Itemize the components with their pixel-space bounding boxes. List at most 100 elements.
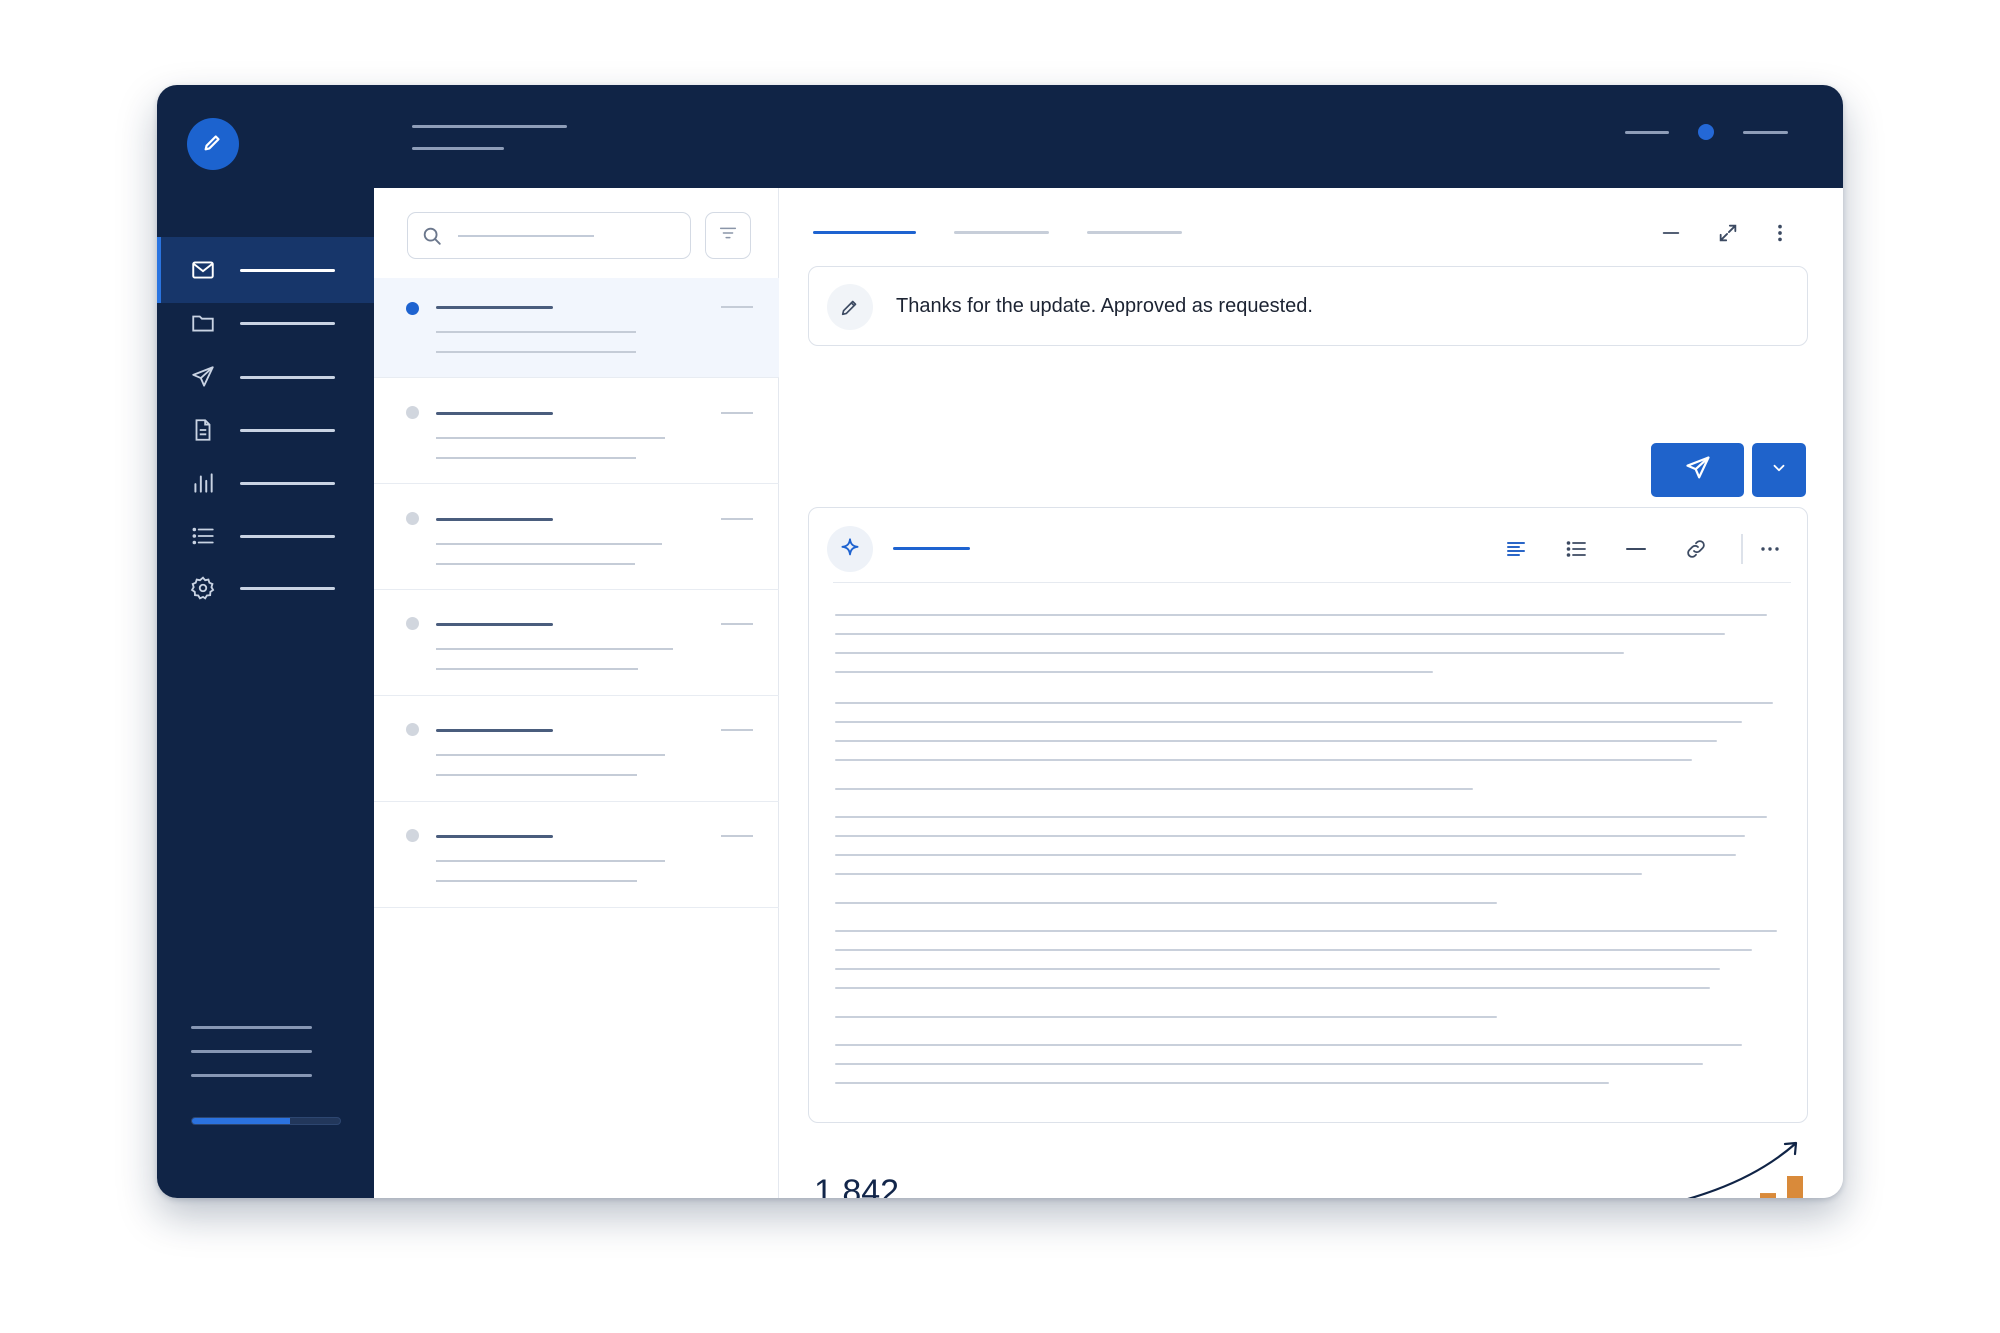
sidebar <box>157 85 374 1198</box>
bar-chart-icon <box>190 470 216 496</box>
message-subject <box>436 437 665 439</box>
send-icon <box>1684 454 1712 487</box>
read-indicator <box>406 617 419 630</box>
reply-text[interactable]: Thanks for the update. Approved as reque… <box>896 295 1313 318</box>
storage-progress-fill <box>192 1118 290 1124</box>
pencil-icon <box>827 284 873 330</box>
search-placeholder <box>458 235 594 237</box>
app-window: Thanks for the update. Approved as reque… <box>157 85 1843 1198</box>
text-line <box>835 721 1742 723</box>
header-action[interactable] <box>1625 131 1669 134</box>
text-line <box>835 671 1433 673</box>
sidebar-item-label <box>240 586 335 590</box>
sidebar-footer-line <box>191 1074 312 1077</box>
compose-button[interactable] <box>187 118 239 170</box>
header-action[interactable] <box>1743 131 1788 134</box>
text-line <box>835 633 1725 635</box>
send-button[interactable] <box>1651 443 1744 497</box>
text-line <box>835 652 1624 654</box>
bullet-list-icon[interactable] <box>1561 534 1591 564</box>
ai-draft-editor[interactable] <box>808 507 1808 1123</box>
gear-icon <box>190 575 216 601</box>
minimize-icon[interactable] <box>1656 221 1686 245</box>
send-options-button[interactable] <box>1752 443 1806 497</box>
ai-draft-title <box>893 547 970 550</box>
growth-chart <box>1687 1141 1803 1198</box>
folder-icon <box>190 310 216 336</box>
message-row[interactable] <box>374 590 779 696</box>
message-sender <box>436 623 553 626</box>
more-vertical-icon[interactable] <box>1765 221 1795 245</box>
unread-indicator <box>406 302 419 315</box>
text-line <box>835 930 1777 932</box>
text-line <box>835 740 1717 742</box>
top-bar <box>374 85 1843 188</box>
text-line <box>835 788 1473 790</box>
chart-bar <box>1760 1193 1776 1198</box>
chevron-down-icon <box>1770 459 1788 482</box>
message-sender <box>436 412 553 415</box>
message-row[interactable] <box>374 278 779 378</box>
pencil-icon <box>202 131 224 158</box>
message-subject <box>436 754 665 756</box>
message-preview <box>436 774 637 776</box>
message-row[interactable] <box>374 802 779 908</box>
text-line <box>835 873 1642 875</box>
message-row[interactable] <box>374 484 779 590</box>
align-left-icon[interactable] <box>1501 534 1531 564</box>
sparkle-icon <box>827 526 873 572</box>
message-preview <box>436 880 637 882</box>
message-preview <box>436 351 636 353</box>
message-sender <box>436 729 553 732</box>
message-sender <box>436 306 553 309</box>
reply-box[interactable]: Thanks for the update. Approved as reque… <box>808 266 1808 346</box>
search-input[interactable] <box>407 212 691 259</box>
link-icon[interactable] <box>1681 534 1711 564</box>
message-date <box>721 306 753 308</box>
text-line <box>835 902 1497 904</box>
message-date <box>721 623 753 625</box>
horizontal-rule-icon[interactable] <box>1621 534 1651 564</box>
expand-icon[interactable] <box>1713 221 1743 245</box>
status-dot <box>1698 124 1714 140</box>
filter-icon <box>717 222 739 249</box>
message-sender <box>436 835 553 838</box>
header-subtitle <box>412 147 504 150</box>
send-icon <box>190 364 216 390</box>
document-icon <box>190 417 216 443</box>
filter-button[interactable] <box>705 212 751 259</box>
message-row[interactable] <box>374 378 779 484</box>
tab-active[interactable] <box>813 231 916 234</box>
text-line <box>835 702 1773 704</box>
tab[interactable] <box>954 231 1049 234</box>
message-subject <box>436 331 636 333</box>
text-line <box>835 987 1710 989</box>
chart-bar <box>1787 1176 1803 1198</box>
message-subject <box>436 543 662 545</box>
sidebar-item-settings[interactable] <box>157 555 374 621</box>
search-icon <box>421 225 443 252</box>
message-list <box>374 188 779 1198</box>
sidebar-item-label <box>240 375 335 379</box>
mail-icon <box>190 257 216 283</box>
text-line <box>835 816 1767 818</box>
stat-value: 1,842 <box>814 1173 900 1198</box>
sidebar-footer-line <box>191 1026 312 1029</box>
message-subject <box>436 860 665 862</box>
message-sender <box>436 518 553 521</box>
list-icon <box>190 523 216 549</box>
sidebar-item-label <box>240 268 335 272</box>
read-indicator <box>406 512 419 525</box>
message-preview <box>436 563 635 565</box>
message-row[interactable] <box>374 696 779 802</box>
sidebar-item-label <box>240 481 335 485</box>
text-line <box>835 1063 1703 1065</box>
editor-divider <box>833 582 1791 583</box>
message-preview <box>436 457 636 459</box>
tab[interactable] <box>1087 231 1182 234</box>
toolbar-divider <box>1741 534 1743 564</box>
sidebar-footer-line <box>191 1050 312 1053</box>
trend-arrow <box>1687 1143 1796 1198</box>
more-horizontal-icon[interactable] <box>1755 534 1785 564</box>
detail-pane: Thanks for the update. Approved as reque… <box>779 188 1843 1198</box>
